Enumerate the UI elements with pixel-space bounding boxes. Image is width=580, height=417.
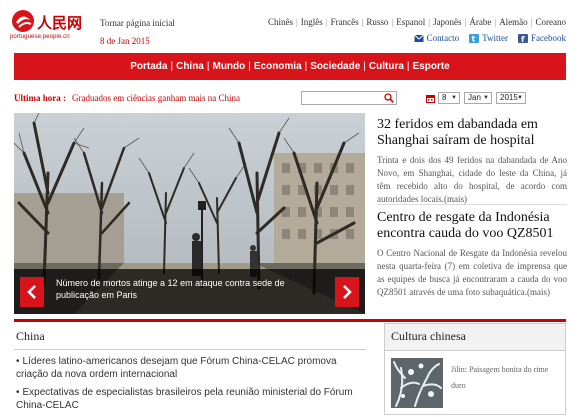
social-links: Contacto t Twitter f Facebook (413, 33, 566, 43)
news-link[interactable]: Expectativas de especialistas brasileiro… (16, 387, 353, 411)
nav-item-esporte[interactable]: Esporte (413, 61, 450, 72)
home-page-link[interactable]: Tornar página inicial (100, 18, 175, 28)
slideshow-prev-button[interactable] (20, 277, 44, 307)
chevron-down-icon: ▼ (517, 95, 523, 101)
culture-item[interactable]: Jilin: Paisagem bonita do rime duro (385, 351, 565, 414)
chevron-down-icon: ▼ (451, 95, 457, 101)
list-item[interactable]: • Expectativas de especialistas brasileir… (14, 386, 366, 412)
logo-subtext: portuguese.people.cn (10, 34, 70, 40)
breaking-label: Ultima hora : (14, 93, 66, 103)
nav-item-mundo[interactable]: Mundo (212, 61, 245, 72)
lang-link-arabe[interactable]: Árabe (469, 17, 491, 27)
breaking-headline-link[interactable]: Graduados em ciências ganham mais na Chi… (72, 93, 240, 103)
twitter-link[interactable]: t Twitter (469, 33, 508, 43)
facebook-icon: f (518, 33, 528, 43)
culture-box: Cultura chinesa Jilin: Paisagem bonita d… (384, 323, 566, 415)
header-date: 8 de Jan 2015 (100, 36, 150, 46)
china-news-list: • Líderes latino-americanos desejam que F… (14, 355, 366, 412)
china-section-title[interactable]: China (14, 323, 366, 350)
section-divider (14, 319, 566, 322)
day-select[interactable]: 8 ▼ (438, 92, 460, 104)
lang-link-russo[interactable]: Russo (366, 17, 388, 27)
contact-link[interactable]: Contacto (413, 33, 460, 43)
hero-slideshow[interactable]: Número de mortos atinge a 12 em ataque c… (14, 113, 365, 314)
search-input[interactable] (301, 91, 397, 105)
twitter-label: Twitter (482, 33, 508, 43)
contact-label: Contacto (426, 33, 460, 43)
story-divider (377, 204, 567, 205)
search-icon[interactable] (384, 93, 394, 103)
bullet-icon: • (16, 356, 20, 367)
second-story-headline[interactable]: Centro de resgate da Indonésia encontra … (377, 210, 567, 242)
culture-section-title[interactable]: Cultura chinesa (385, 324, 565, 351)
list-item[interactable]: • Líderes latino-americanos desejam que F… (14, 355, 366, 381)
year-value: 2015 (500, 93, 518, 102)
chevron-left-icon (27, 285, 36, 299)
year-select[interactable]: 2015 ▼ (496, 92, 526, 104)
top-story-summary: Trinta e dois dos 49 feridos na dabandad… (377, 155, 567, 204)
site-logo[interactable]: 人民网 (10, 8, 96, 48)
language-menu: Chinês | Inglês | Francês | Russo | Espanol | Japo… (267, 17, 567, 27)
lang-link-japones[interactable]: Japonês (433, 17, 462, 27)
lang-link-espanol[interactable]: Espanol (396, 17, 425, 27)
bullet-icon: • (16, 387, 20, 398)
lang-link-chines[interactable]: Chinês (268, 17, 293, 27)
chevron-right-icon (343, 285, 352, 299)
top-story-headline[interactable]: 32 feridos em dabandada em Shanghai saír… (377, 117, 567, 149)
china-section: China • Líderes latino-americanos desejam… (14, 323, 366, 417)
top-story: 32 feridos em dabandada em Shanghai saír… (377, 117, 567, 206)
nav-item-cultura[interactable]: Cultura (369, 61, 404, 72)
nav-item-sociedade[interactable]: Sociedade (310, 61, 360, 72)
day-value: 8 (442, 93, 447, 102)
logo-wordmark: 人民网 (37, 14, 82, 32)
facebook-link[interactable]: f Facebook (518, 33, 566, 43)
month-select[interactable]: Jan ▼ (464, 92, 492, 104)
calendar-icon[interactable] (426, 94, 435, 103)
twitter-icon: t (469, 33, 480, 43)
hero-caption-link[interactable]: Número de mortos atinge a 12 em ataque c… (56, 277, 306, 301)
lang-link-frances[interactable]: Francês (331, 17, 359, 27)
chevron-down-icon: ▼ (483, 95, 489, 101)
breaking-news-bar: Ultima hora : Graduados em ciências ganha… (14, 93, 240, 103)
nav-item-portada[interactable]: Portada (130, 61, 167, 72)
facebook-label: Facebook (531, 33, 566, 43)
svg-text:t: t (472, 34, 476, 43)
nav-item-china[interactable]: China (176, 61, 204, 72)
mail-icon (413, 34, 424, 42)
culture-section: Cultura chinesa Jilin: Paisagem bonita d… (384, 323, 566, 415)
nav-item-economia[interactable]: Economia (254, 61, 302, 72)
svg-text:f: f (521, 35, 525, 43)
slideshow-next-button[interactable] (335, 277, 359, 307)
lang-link-coreano[interactable]: Coreano (536, 17, 567, 27)
culture-thumbnail[interactable] (391, 358, 443, 408)
news-link[interactable]: Líderes latino-americanos desejam que Fó… (16, 356, 337, 380)
second-story-summary: O Centro Nacional de Resgate da Indonési… (377, 248, 567, 297)
month-value: Jan (468, 93, 481, 102)
hero-caption-bar: Número de mortos atinge a 12 em ataque c… (14, 269, 365, 314)
second-story: Centro de resgate da Indonésia encontra … (377, 210, 567, 299)
lang-link-alemao[interactable]: Alemão (499, 17, 528, 27)
lang-link-ingles[interactable]: Inglês (301, 17, 323, 27)
main-nav: Portada | China | Mundo | Economia | Sociedade | C… (14, 53, 566, 80)
culture-caption-link[interactable]: Jilin: Paisagem bonita do rime duro (451, 362, 561, 394)
